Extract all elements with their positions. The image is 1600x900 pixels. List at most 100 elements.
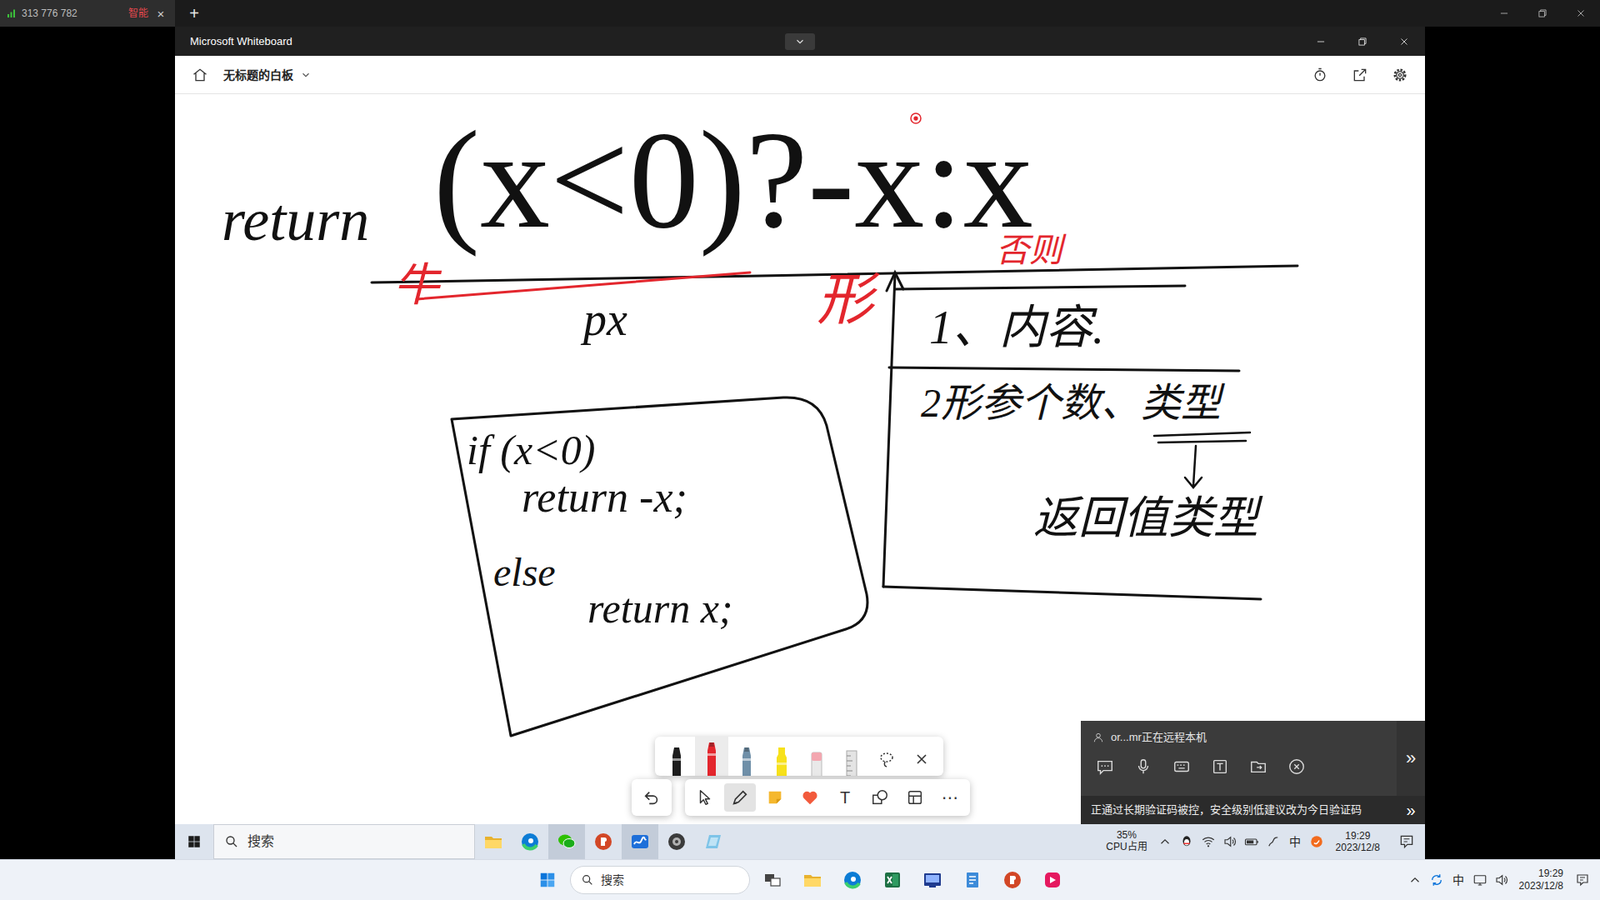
notification-button[interactable] <box>1571 863 1594 897</box>
file-button[interactable] <box>1245 754 1271 780</box>
clock[interactable]: 19:292023/12/8 <box>1327 830 1389 855</box>
minimize-icon <box>1315 35 1327 48</box>
ink-text: else <box>493 550 556 595</box>
ruler-slot[interactable] <box>835 736 869 776</box>
notice-expand-button[interactable]: » <box>1396 801 1425 819</box>
more-tool-button[interactable]: ⋯ <box>934 783 966 812</box>
lasso-slot[interactable] <box>870 736 904 776</box>
handwriting[interactable]: 返回值类型 <box>1033 494 1259 544</box>
disconnect-icon <box>1287 757 1306 776</box>
remote-menu-button[interactable] <box>785 33 815 50</box>
handwriting[interactable]: 形 <box>816 269 874 332</box>
window-restore-button[interactable] <box>1523 0 1562 27</box>
whiteboard-restore-button[interactable] <box>1341 26 1384 56</box>
notification-button[interactable] <box>1388 824 1425 860</box>
panel-actions <box>1092 754 1385 780</box>
search-box[interactable]: 搜索 <box>213 824 475 860</box>
highlighter-slot[interactable] <box>765 736 799 776</box>
explorer-taskbar-button[interactable] <box>475 824 512 860</box>
whiteboard-min-button[interactable] <box>1300 26 1342 56</box>
wifi-tray-button[interactable] <box>1197 824 1220 860</box>
note-tool-button[interactable] <box>759 783 791 812</box>
share-button[interactable] <box>1343 60 1377 90</box>
close-slot[interactable] <box>905 736 939 776</box>
qq-tray-button[interactable] <box>1175 824 1198 860</box>
handwriting[interactable]: return x; <box>587 585 734 632</box>
ime-tray-button[interactable]: 中 <box>1447 863 1470 897</box>
handwriting[interactable]: if (x<0) <box>466 427 596 474</box>
pinkapp-taskbar-button[interactable] <box>1035 862 1070 898</box>
ruler-icon <box>843 745 860 776</box>
excel-taskbar-button[interactable] <box>875 862 910 898</box>
search-placeholder: 搜索 <box>247 831 275 852</box>
battery-tray-button[interactable] <box>1240 824 1263 860</box>
monitor-tray-button[interactable] <box>1469 863 1491 897</box>
ink-text: 1、内容. <box>929 301 1105 354</box>
sogou-tray-button[interactable] <box>1305 824 1328 860</box>
window-min-button[interactable] <box>1485 0 1524 27</box>
handwriting[interactable]: else <box>493 550 556 595</box>
restore-icon <box>1536 7 1549 20</box>
pen-tray-button[interactable] <box>1262 824 1285 860</box>
pen-tool-button[interactable] <box>724 783 756 812</box>
sync-tray-button[interactable] <box>1425 863 1448 897</box>
undo-tool-button[interactable] <box>635 783 668 812</box>
panel-expand-button[interactable]: » <box>1396 720 1425 796</box>
text-tool-button[interactable]: T <box>829 783 861 812</box>
board-name-button[interactable]: 无标题的白板 <box>223 69 312 81</box>
clock[interactable]: 19:292023/12/8 <box>1512 867 1572 893</box>
edge-taskbar-button[interactable] <box>511 824 549 860</box>
keyboard-button[interactable] <box>1169 754 1195 780</box>
start-button[interactable] <box>175 824 214 860</box>
snip-taskbar-button[interactable] <box>695 824 732 860</box>
wechat-taskbar-button[interactable] <box>548 824 585 860</box>
chevron-tray-button[interactable] <box>1154 824 1176 860</box>
whiteboard-close-button[interactable] <box>1383 26 1425 56</box>
start-button[interactable] <box>530 862 565 898</box>
edge-taskbar-button[interactable] <box>835 862 870 898</box>
powerpoint-taskbar-button[interactable] <box>585 824 622 860</box>
timer-button[interactable] <box>1303 60 1337 90</box>
mic-button[interactable] <box>1130 754 1156 780</box>
search-box[interactable]: 搜索 <box>570 865 750 895</box>
whiteboard-canvas[interactable]: return (x<0)?-x:x px 牛 形 否则 if (x<0)return -x;… <box>175 94 1425 825</box>
typed-text[interactable]: (x<0)?-x:x <box>433 109 1034 250</box>
settings-button[interactable] <box>1383 60 1417 90</box>
pen-slot[interactable] <box>660 736 694 776</box>
reaction-tool-button[interactable] <box>794 783 826 812</box>
select-tool-button[interactable] <box>689 783 721 812</box>
handwriting[interactable]: 1、内容. <box>929 302 1105 355</box>
new-tab-button[interactable]: + <box>175 0 214 27</box>
layout-tool-button[interactable] <box>899 783 931 812</box>
chat-button[interactable] <box>1092 754 1118 780</box>
devcpp-taskbar-button[interactable] <box>915 862 950 898</box>
shapes-tool-button[interactable] <box>864 783 896 812</box>
explorer-taskbar-button[interactable] <box>795 862 830 898</box>
pen-slot[interactable] <box>730 736 764 776</box>
disconnect-button[interactable] <box>1284 754 1310 780</box>
pen-slot[interactable] <box>695 736 729 776</box>
taskview-taskbar-button[interactable] <box>755 862 790 898</box>
volume-tray-button[interactable] <box>1490 863 1513 897</box>
powerpoint-taskbar-button[interactable] <box>995 862 1030 898</box>
chevron-tray-button[interactable] <box>1404 863 1426 897</box>
handwriting[interactable]: 否则 <box>995 232 1063 270</box>
obs-taskbar-button[interactable] <box>658 824 695 860</box>
handwriting[interactable]: return -x; <box>521 473 688 521</box>
window-close-button[interactable] <box>1561 0 1600 27</box>
textbox-button[interactable] <box>1207 754 1233 780</box>
ink-text: 牛 <box>393 260 440 311</box>
handwriting[interactable]: 牛 <box>393 260 440 312</box>
close-tab-button[interactable]: × <box>153 7 169 20</box>
volume-tray-button[interactable] <box>1219 824 1241 860</box>
handwriting[interactable]: return <box>221 187 370 254</box>
home-button[interactable] <box>183 60 217 90</box>
eraser-slot[interactable] <box>800 736 834 776</box>
ime-tray-button[interactable]: 中 <box>1284 824 1306 860</box>
notepad-taskbar-button[interactable] <box>955 862 990 898</box>
handwriting[interactable]: 2形参个数、类型 <box>920 381 1221 426</box>
remote-tab[interactable]: 313 776 782智能× <box>0 0 175 27</box>
handwriting[interactable]: px <box>583 294 628 346</box>
panel-title-row: or...mr正在远程本机 <box>1092 729 1385 746</box>
whiteboard-taskbar-button[interactable] <box>621 824 659 860</box>
